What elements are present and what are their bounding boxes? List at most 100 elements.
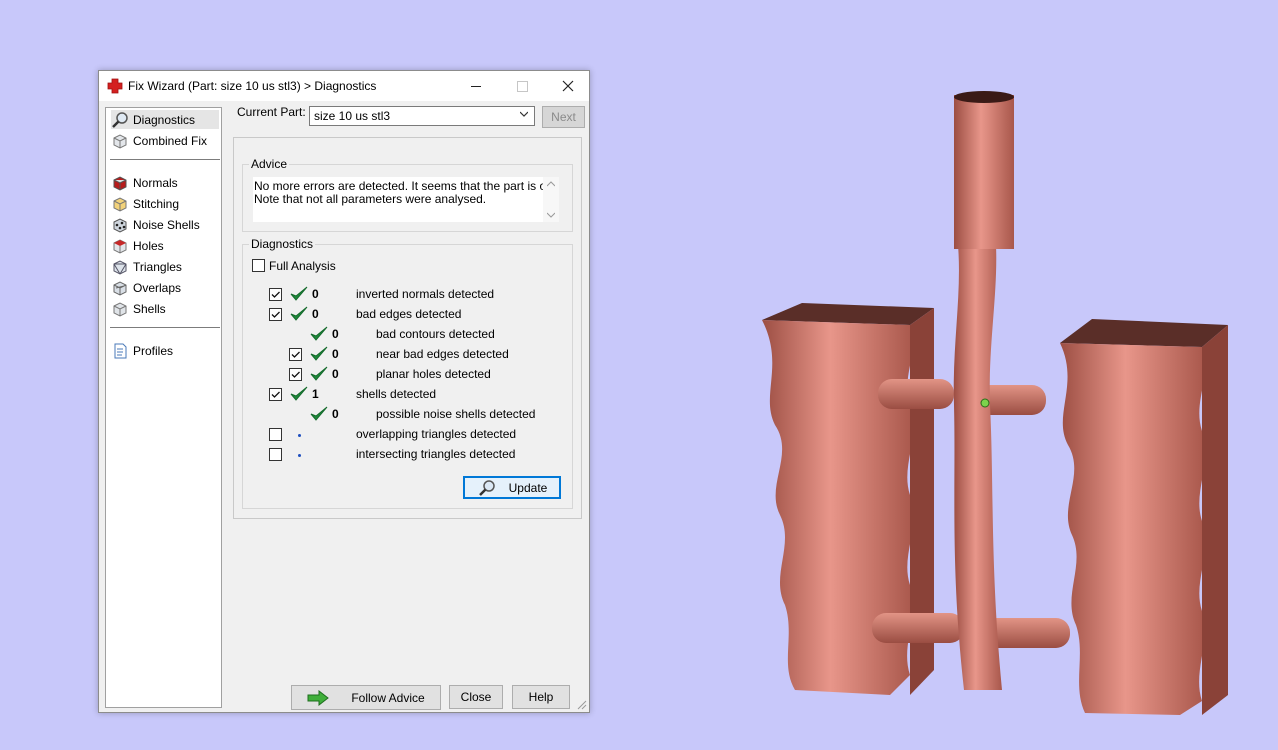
selection-marker xyxy=(980,398,990,408)
advice-line: Note that not all parameters were analys… xyxy=(254,192,487,206)
diagnostic-row-checkbox[interactable] xyxy=(269,448,282,461)
follow-advice-button[interactable]: Follow Advice xyxy=(291,685,441,710)
close-button[interactable]: Close xyxy=(449,685,503,709)
sidebar-item-triangles[interactable]: Triangles xyxy=(111,257,219,276)
current-part-select[interactable]: size 10 us stl3 xyxy=(309,106,535,126)
diagnostic-label: intersecting triangles detected xyxy=(356,447,516,461)
close-button-label: Close xyxy=(460,690,492,704)
green-check-icon xyxy=(310,346,328,361)
help-button[interactable]: Help xyxy=(512,685,570,709)
triangles-icon xyxy=(113,259,127,275)
sidebar-item-overlaps[interactable]: Overlaps xyxy=(111,278,219,297)
resize-grip-icon[interactable] xyxy=(577,700,587,710)
sidebar-item-label: Diagnostics xyxy=(133,112,196,127)
diagnostic-count: 0 xyxy=(332,347,339,361)
diagnostics-title: Diagnostics xyxy=(249,237,316,251)
combined-fix-icon xyxy=(113,133,127,149)
sidebar-item-label: Normals xyxy=(133,175,178,190)
full-analysis-label: Full Analysis xyxy=(269,259,336,273)
magnifier-icon xyxy=(112,111,128,128)
not-analysed-dot-icon xyxy=(298,434,301,437)
scroll-down-icon xyxy=(547,212,555,218)
sidebar-item-combined-fix[interactable]: Combined Fix xyxy=(111,131,219,150)
diagnostic-row-checkbox[interactable] xyxy=(289,368,302,381)
diagnostic-row-checkbox[interactable] xyxy=(269,288,282,301)
shells-icon xyxy=(113,301,127,317)
normals-icon xyxy=(113,175,127,191)
checkmark-icon xyxy=(291,351,300,358)
diagnostic-row-checkbox[interactable] xyxy=(269,308,282,321)
checkmark-icon xyxy=(271,291,280,298)
help-button-label: Help xyxy=(528,690,554,704)
diagnostics-panel: Advice No more errors are detected. It s… xyxy=(233,137,582,519)
sidebar-item-label: Stitching xyxy=(133,196,180,211)
fix-wizard-dialog: Fix Wizard (Part: size 10 us stl3) > Dia… xyxy=(98,70,590,713)
diagnostic-row-checkbox[interactable] xyxy=(289,348,302,361)
overlaps-icon xyxy=(113,280,127,296)
noise-shells-icon xyxy=(113,217,127,233)
diagnostic-count: 0 xyxy=(312,287,319,301)
advice-title: Advice xyxy=(249,157,290,171)
next-button[interactable]: Next xyxy=(542,106,585,128)
full-analysis-checkbox[interactable] xyxy=(252,259,265,272)
diagnostics-group: Diagnostics Full Analysis 0 inverted norm… xyxy=(242,237,573,509)
advice-scrollbar[interactable] xyxy=(543,177,559,222)
holes-icon xyxy=(113,238,127,254)
minimize-button[interactable] xyxy=(453,71,499,101)
checkmark-icon xyxy=(291,371,300,378)
sidebar-divider xyxy=(110,159,220,160)
advice-text-box[interactable]: No more errors are detected. It seems th… xyxy=(253,177,559,222)
update-button-label: Update xyxy=(508,480,548,495)
sidebar-item-diagnostics[interactable]: Diagnostics xyxy=(111,110,219,129)
scroll-up-icon xyxy=(547,181,555,187)
sidebar-divider xyxy=(110,327,220,328)
next-button-label: Next xyxy=(551,110,576,124)
wizard-sidebar: Diagnostics Combined Fix Normals Stitchi… xyxy=(105,107,222,708)
sidebar-item-stitching[interactable]: Stitching xyxy=(111,194,219,213)
diagnostic-count: 0 xyxy=(332,367,339,381)
green-check-icon xyxy=(310,366,328,381)
diagnostic-label: near bad edges detected xyxy=(376,347,509,361)
title-bar[interactable]: Fix Wizard (Part: size 10 us stl3) > Dia… xyxy=(99,71,589,101)
sidebar-item-normals[interactable]: Normals xyxy=(111,173,219,192)
sidebar-item-shells[interactable]: Shells xyxy=(111,299,219,318)
sidebar-item-profiles[interactable]: Profiles xyxy=(111,341,219,360)
maximize-button[interactable] xyxy=(499,71,545,101)
diagnostic-row-checkbox[interactable] xyxy=(269,428,282,441)
sidebar-item-label: Noise Shells xyxy=(133,217,200,232)
sidebar-item-label: Overlaps xyxy=(133,280,182,295)
diagnostic-label: inverted normals detected xyxy=(356,287,495,301)
sidebar-item-label: Holes xyxy=(133,238,164,253)
green-check-icon xyxy=(290,306,308,321)
advice-group: Advice No more errors are detected. It s… xyxy=(242,157,573,232)
sidebar-item-label: Combined Fix xyxy=(133,133,208,148)
not-analysed-dot-icon xyxy=(298,454,301,457)
profiles-icon xyxy=(114,343,127,358)
green-check-icon xyxy=(290,386,308,401)
close-window-button[interactable] xyxy=(545,71,591,101)
sidebar-item-noise-shells[interactable]: Noise Shells xyxy=(111,215,219,234)
magnifier-icon xyxy=(478,479,495,496)
advice-line: No more errors are detected. It seems th… xyxy=(254,179,556,193)
sidebar-item-label: Profiles xyxy=(133,343,174,358)
sidebar-item-holes[interactable]: Holes xyxy=(111,236,219,255)
diagnostic-label: bad edges detected xyxy=(356,307,462,321)
sidebar-item-label: Triangles xyxy=(133,259,182,274)
follow-advice-label: Follow Advice xyxy=(351,690,425,705)
diagnostic-label: shells detected xyxy=(356,387,437,401)
green-check-icon xyxy=(290,286,308,301)
stitching-icon xyxy=(113,196,127,212)
diagnostic-label: bad contours detected xyxy=(376,327,495,341)
diagnostic-count: 0 xyxy=(312,307,319,321)
update-button[interactable]: Update xyxy=(463,476,561,499)
right-pad xyxy=(1060,319,1228,715)
diagnostic-row-checkbox[interactable] xyxy=(269,388,282,401)
diagnostic-count: 0 xyxy=(332,407,339,421)
3d-model-viewport[interactable] xyxy=(740,85,1240,725)
checkmark-icon xyxy=(271,391,280,398)
green-check-icon xyxy=(310,326,328,341)
checkmark-icon xyxy=(271,311,280,318)
diagnostic-label: planar holes detected xyxy=(376,367,491,381)
diagnostic-count: 0 xyxy=(332,327,339,341)
diagnostic-label: overlapping triangles detected xyxy=(356,427,517,441)
